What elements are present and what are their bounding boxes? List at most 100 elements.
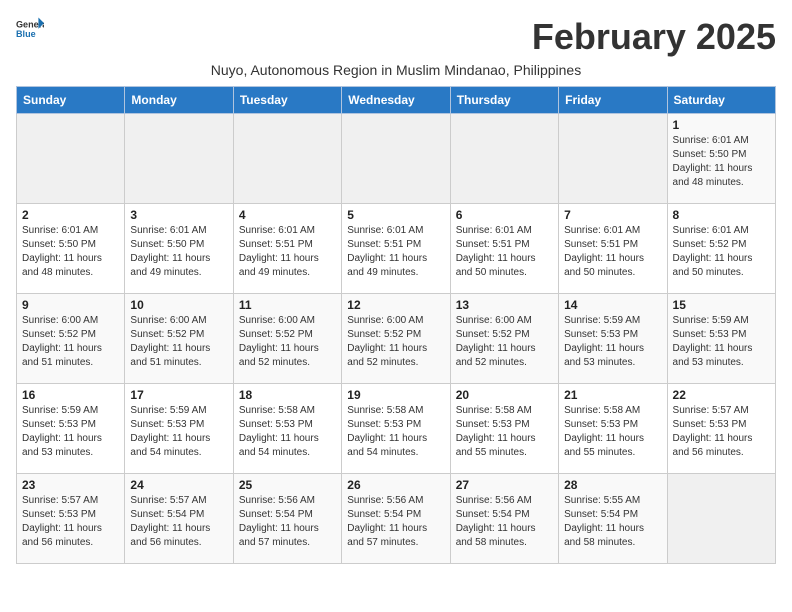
day-info: Sunrise: 5:58 AMSunset: 5:53 PMDaylight:… bbox=[564, 404, 661, 460]
day-number: 26 bbox=[347, 478, 444, 492]
day-number: 22 bbox=[673, 388, 770, 402]
calendar-cell: 15 Sunrise: 5:59 AMSunset: 5:53 PMDayligh… bbox=[667, 294, 775, 384]
day-info: Sunrise: 5:58 AMSunset: 5:53 PMDaylight:… bbox=[239, 404, 336, 460]
day-info: Sunrise: 6:01 AMSunset: 5:52 PMDaylight:… bbox=[673, 224, 770, 280]
day-info: Sunrise: 6:01 AMSunset: 5:51 PMDaylight:… bbox=[456, 224, 553, 280]
day-info: Sunrise: 6:00 AMSunset: 5:52 PMDaylight:… bbox=[130, 314, 227, 370]
day-info: Sunrise: 5:56 AMSunset: 5:54 PMDaylight:… bbox=[456, 494, 553, 550]
calendar-cell: 13 Sunrise: 6:00 AMSunset: 5:52 PMDayligh… bbox=[450, 294, 558, 384]
day-info: Sunrise: 5:59 AMSunset: 5:53 PMDaylight:… bbox=[130, 404, 227, 460]
day-info: Sunrise: 5:57 AMSunset: 5:53 PMDaylight:… bbox=[673, 404, 770, 460]
day-number: 13 bbox=[456, 298, 553, 312]
day-info: Sunrise: 6:01 AMSunset: 5:50 PMDaylight:… bbox=[130, 224, 227, 280]
calendar-cell: 5 Sunrise: 6:01 AMSunset: 5:51 PMDaylight… bbox=[342, 204, 450, 294]
day-info: Sunrise: 6:01 AMSunset: 5:51 PMDaylight:… bbox=[239, 224, 336, 280]
day-number: 16 bbox=[22, 388, 119, 402]
day-number: 7 bbox=[564, 208, 661, 222]
calendar-cell bbox=[125, 114, 233, 204]
calendar-cell: 7 Sunrise: 6:01 AMSunset: 5:51 PMDaylight… bbox=[559, 204, 667, 294]
calendar-cell bbox=[559, 114, 667, 204]
day-info: Sunrise: 5:58 AMSunset: 5:53 PMDaylight:… bbox=[456, 404, 553, 460]
day-number: 23 bbox=[22, 478, 119, 492]
calendar-cell: 18 Sunrise: 5:58 AMSunset: 5:53 PMDayligh… bbox=[233, 384, 341, 474]
calendar-cell: 20 Sunrise: 5:58 AMSunset: 5:53 PMDayligh… bbox=[450, 384, 558, 474]
calendar-cell: 24Sunrise: 5:57 AMSunset: 5:54 PMDayligh… bbox=[125, 474, 233, 564]
day-number: 1 bbox=[673, 118, 770, 132]
day-info: Sunrise: 6:00 AMSunset: 5:52 PMDaylight:… bbox=[456, 314, 553, 370]
day-number: 27 bbox=[456, 478, 553, 492]
day-number: 11 bbox=[239, 298, 336, 312]
day-info: Sunrise: 6:00 AMSunset: 5:52 PMDaylight:… bbox=[347, 314, 444, 370]
day-info: Sunrise: 5:57 AMSunset: 5:53 PMDaylight:… bbox=[22, 494, 119, 550]
calendar-cell: 4 Sunrise: 6:01 AMSunset: 5:51 PMDaylight… bbox=[233, 204, 341, 294]
day-number: 4 bbox=[239, 208, 336, 222]
dow-header-friday: Friday bbox=[559, 87, 667, 114]
calendar-cell: 17 Sunrise: 5:59 AMSunset: 5:53 PMDayligh… bbox=[125, 384, 233, 474]
dow-header-tuesday: Tuesday bbox=[233, 87, 341, 114]
logo: General Blue bbox=[16, 16, 44, 40]
day-number: 9 bbox=[22, 298, 119, 312]
calendar-subtitle: Nuyo, Autonomous Region in Muslim Mindan… bbox=[16, 62, 776, 78]
day-number: 28 bbox=[564, 478, 661, 492]
day-number: 17 bbox=[130, 388, 227, 402]
calendar-cell bbox=[233, 114, 341, 204]
day-info: Sunrise: 5:56 AMSunset: 5:54 PMDaylight:… bbox=[239, 494, 336, 550]
day-number: 20 bbox=[456, 388, 553, 402]
dow-header-thursday: Thursday bbox=[450, 87, 558, 114]
month-title: February 2025 bbox=[532, 16, 776, 58]
day-number: 8 bbox=[673, 208, 770, 222]
day-info: Sunrise: 5:59 AMSunset: 5:53 PMDaylight:… bbox=[564, 314, 661, 370]
day-number: 18 bbox=[239, 388, 336, 402]
day-info: Sunrise: 5:55 AMSunset: 5:54 PMDaylight:… bbox=[564, 494, 661, 550]
calendar-cell: 11 Sunrise: 6:00 AMSunset: 5:52 PMDayligh… bbox=[233, 294, 341, 384]
calendar-cell bbox=[17, 114, 125, 204]
day-info: Sunrise: 6:01 AMSunset: 5:51 PMDaylight:… bbox=[347, 224, 444, 280]
day-number: 12 bbox=[347, 298, 444, 312]
day-number: 10 bbox=[130, 298, 227, 312]
dow-header-monday: Monday bbox=[125, 87, 233, 114]
calendar-cell bbox=[667, 474, 775, 564]
day-number: 2 bbox=[22, 208, 119, 222]
calendar-cell: 25 Sunrise: 5:56 AMSunset: 5:54 PMDayligh… bbox=[233, 474, 341, 564]
day-info: Sunrise: 5:59 AMSunset: 5:53 PMDaylight:… bbox=[22, 404, 119, 460]
dow-header-saturday: Saturday bbox=[667, 87, 775, 114]
calendar-cell: 6 Sunrise: 6:01 AMSunset: 5:51 PMDaylight… bbox=[450, 204, 558, 294]
dow-header-wednesday: Wednesday bbox=[342, 87, 450, 114]
day-number: 24 bbox=[130, 478, 227, 492]
day-info: Sunrise: 6:00 AMSunset: 5:52 PMDaylight:… bbox=[239, 314, 336, 370]
day-number: 25 bbox=[239, 478, 336, 492]
calendar-cell bbox=[342, 114, 450, 204]
day-info: Sunrise: 6:01 AMSunset: 5:50 PMDaylight:… bbox=[673, 134, 770, 190]
day-info: Sunrise: 5:56 AMSunset: 5:54 PMDaylight:… bbox=[347, 494, 444, 550]
calendar-cell: 21 Sunrise: 5:58 AMSunset: 5:53 PMDayligh… bbox=[559, 384, 667, 474]
day-number: 14 bbox=[564, 298, 661, 312]
day-number: 6 bbox=[456, 208, 553, 222]
calendar-table: SundayMondayTuesdayWednesdayThursdayFrid… bbox=[16, 86, 776, 564]
day-info: Sunrise: 5:59 AMSunset: 5:53 PMDaylight:… bbox=[673, 314, 770, 370]
day-number: 5 bbox=[347, 208, 444, 222]
calendar-cell: 26 Sunrise: 5:56 AMSunset: 5:54 PMDayligh… bbox=[342, 474, 450, 564]
dow-header-sunday: Sunday bbox=[17, 87, 125, 114]
day-info: Sunrise: 6:01 AMSunset: 5:50 PMDaylight:… bbox=[22, 224, 119, 280]
calendar-cell: 3 Sunrise: 6:01 AMSunset: 5:50 PMDaylight… bbox=[125, 204, 233, 294]
day-number: 3 bbox=[130, 208, 227, 222]
calendar-cell: 8 Sunrise: 6:01 AMSunset: 5:52 PMDaylight… bbox=[667, 204, 775, 294]
svg-text:Blue: Blue bbox=[16, 29, 36, 39]
calendar-cell: 10 Sunrise: 6:00 AMSunset: 5:52 PMDayligh… bbox=[125, 294, 233, 384]
day-number: 19 bbox=[347, 388, 444, 402]
logo-icon: General Blue bbox=[16, 16, 44, 40]
calendar-cell: 9 Sunrise: 6:00 AMSunset: 5:52 PMDaylight… bbox=[17, 294, 125, 384]
calendar-cell: 12 Sunrise: 6:00 AMSunset: 5:52 PMDayligh… bbox=[342, 294, 450, 384]
day-number: 21 bbox=[564, 388, 661, 402]
calendar-cell: 16 Sunrise: 5:59 AMSunset: 5:53 PMDayligh… bbox=[17, 384, 125, 474]
calendar-cell: 2 Sunrise: 6:01 AMSunset: 5:50 PMDaylight… bbox=[17, 204, 125, 294]
day-number: 15 bbox=[673, 298, 770, 312]
calendar-cell: 22 Sunrise: 5:57 AMSunset: 5:53 PMDayligh… bbox=[667, 384, 775, 474]
calendar-cell: 14 Sunrise: 5:59 AMSunset: 5:53 PMDayligh… bbox=[559, 294, 667, 384]
calendar-cell: 19Sunrise: 5:58 AMSunset: 5:53 PMDayligh… bbox=[342, 384, 450, 474]
calendar-cell: 23 Sunrise: 5:57 AMSunset: 5:53 PMDayligh… bbox=[17, 474, 125, 564]
calendar-cell bbox=[450, 114, 558, 204]
day-info: Sunrise: 6:01 AMSunset: 5:51 PMDaylight:… bbox=[564, 224, 661, 280]
day-info: Sunrise: 6:00 AMSunset: 5:52 PMDaylight:… bbox=[22, 314, 119, 370]
calendar-cell: 27 Sunrise: 5:56 AMSunset: 5:54 PMDayligh… bbox=[450, 474, 558, 564]
